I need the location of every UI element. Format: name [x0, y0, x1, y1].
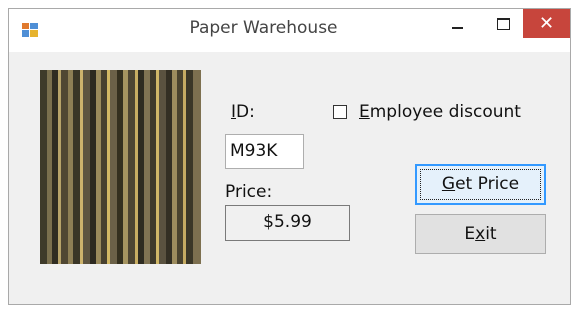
minimize-button[interactable] — [434, 9, 480, 38]
app-window: Paper Warehouse ✕ ID: M93K Price: $5.99 … — [8, 8, 571, 305]
id-input[interactable]: M93K — [225, 134, 304, 169]
employee-discount-label[interactable]: Employee discount — [359, 102, 521, 122]
minimize-icon — [451, 26, 463, 29]
title-bar[interactable]: Paper Warehouse ✕ — [9, 9, 570, 52]
get-price-button[interactable]: Get Price — [415, 164, 546, 205]
paper-pattern-image — [40, 70, 201, 264]
exit-button[interactable]: Exit — [415, 214, 546, 254]
price-label: Price: — [225, 182, 273, 202]
close-icon: ✕ — [538, 13, 555, 34]
maximize-button[interactable] — [483, 9, 523, 38]
id-label: ID: — [231, 102, 255, 122]
employee-discount-checkbox[interactable] — [333, 105, 347, 119]
maximize-icon — [496, 17, 510, 30]
price-output: $5.99 — [225, 205, 350, 241]
close-button[interactable]: ✕ — [523, 9, 570, 38]
